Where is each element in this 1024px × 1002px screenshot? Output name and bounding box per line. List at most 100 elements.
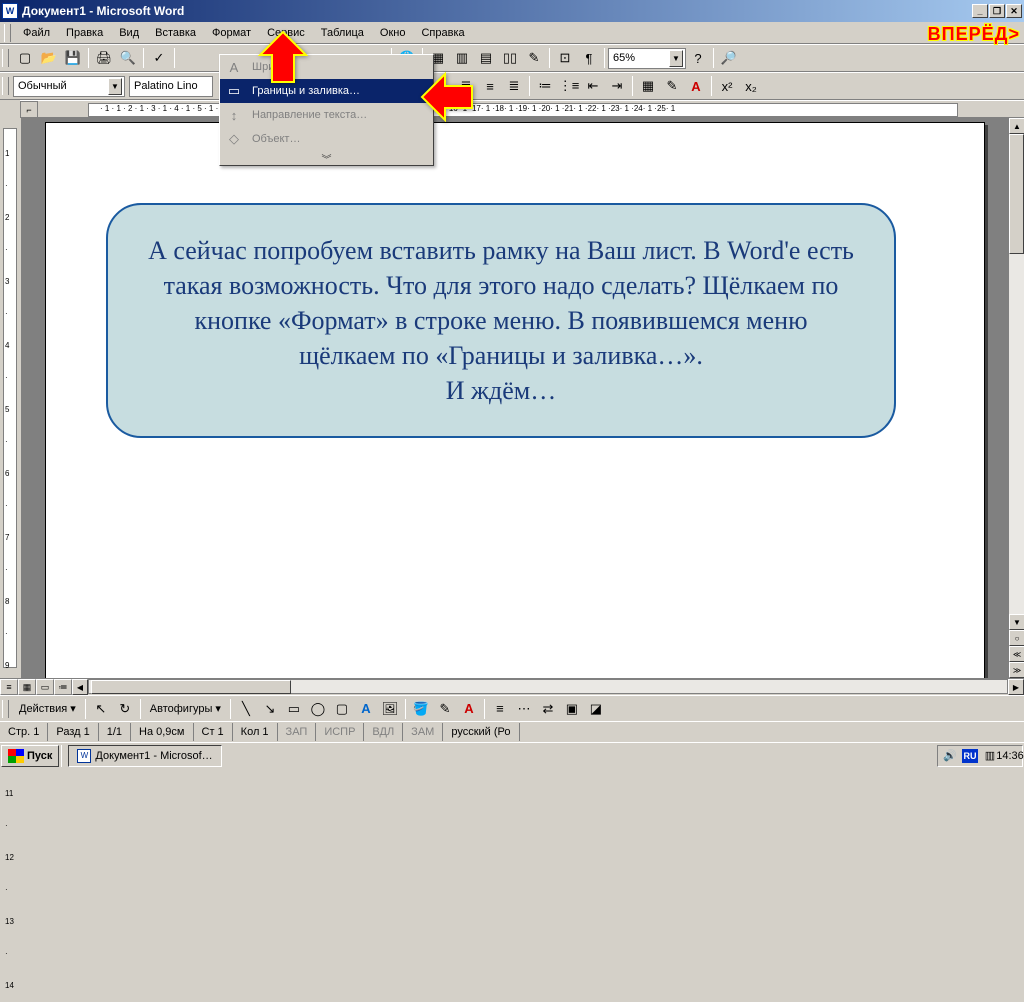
task-word-document[interactable]: W Документ1 - Microsof… xyxy=(68,745,221,767)
font-field[interactable]: Palatino Lino xyxy=(129,76,213,97)
align-justify-icon[interactable]: ≣ xyxy=(503,75,525,97)
help-icon[interactable]: ? xyxy=(687,47,709,69)
3d-icon[interactable]: ◪ xyxy=(585,698,607,720)
superscript-icon[interactable]: x² xyxy=(716,75,738,97)
browse-select-icon[interactable]: ○ xyxy=(1009,630,1024,646)
menu-edit[interactable]: Правка xyxy=(58,25,111,41)
highlight-icon[interactable]: ✎ xyxy=(661,75,683,97)
menu-table[interactable]: Таблица xyxy=(313,25,372,41)
font-color-draw-icon[interactable]: A xyxy=(458,698,480,720)
bullet-list-icon[interactable]: ⋮≡ xyxy=(558,75,580,97)
zoom-field[interactable]: 65% ▼ xyxy=(608,48,686,69)
menu-item-font[interactable]: A Шри xyxy=(220,55,433,79)
columns-icon[interactable]: ▯▯ xyxy=(499,47,521,69)
prev-page-icon[interactable]: ≪ xyxy=(1009,646,1024,662)
textbox-icon[interactable]: ▢ xyxy=(331,698,353,720)
clock[interactable]: 14:36 xyxy=(1002,748,1018,764)
save-icon[interactable]: 💾 xyxy=(62,47,84,69)
menu-view[interactable]: Вид xyxy=(111,25,147,41)
scroll-left-icon[interactable]: ◀ xyxy=(72,679,88,695)
forward-overlay-button[interactable]: ВПЕРЁД> xyxy=(928,24,1020,45)
shadow-icon[interactable]: ▣ xyxy=(561,698,583,720)
toolbar-grip[interactable] xyxy=(2,77,9,95)
excel-icon[interactable]: ▤ xyxy=(475,47,497,69)
vertical-ruler[interactable]: 1·2·3·4·5·6·7·8·9·10·11·12·13·14 xyxy=(0,118,22,678)
line-icon[interactable]: ╲ xyxy=(235,698,257,720)
status-trk[interactable]: ИСПР xyxy=(316,723,364,741)
standard-toolbar: ▢ 📂 💾 🖨 🔍 ✓ 🌐 ▦ ▥ ▤ ▯▯ ✎ ⊡ ¶ 65% ▼ ? 🔎 xyxy=(0,44,1024,72)
vertical-scrollbar[interactable]: ▲ ▼ ○ ≪ ≫ xyxy=(1008,118,1024,678)
scroll-up-icon[interactable]: ▲ xyxy=(1009,118,1024,134)
chevron-down-icon[interactable]: ▼ xyxy=(108,78,122,95)
show-marks-icon[interactable]: ¶ xyxy=(578,47,600,69)
spellcheck-icon[interactable]: ✓ xyxy=(148,47,170,69)
toolbar-grip[interactable] xyxy=(2,49,9,67)
status-lang[interactable]: русский (Ро xyxy=(443,723,519,741)
menu-insert[interactable]: Вставка xyxy=(147,25,204,41)
print-view-icon[interactable]: ▭ xyxy=(36,679,54,695)
fill-color-icon[interactable]: 🪣 xyxy=(410,698,432,720)
menu-item-text-direction[interactable]: ↕ Направление текста… xyxy=(220,103,433,127)
wordart-icon[interactable]: A xyxy=(355,698,377,720)
tab-selector-icon[interactable]: ⌐ xyxy=(20,101,38,118)
autoshapes-button[interactable]: Автофигуры ▾ xyxy=(144,702,227,715)
menu-item-object[interactable]: ◇ Объект… xyxy=(220,127,433,151)
start-button[interactable]: Пуск xyxy=(1,745,59,767)
drawing-icon[interactable]: ✎ xyxy=(523,47,545,69)
align-right-icon[interactable]: ≡ xyxy=(479,75,501,97)
print-preview-icon[interactable]: 🔍 xyxy=(117,47,139,69)
hscroll-thumb[interactable] xyxy=(91,680,291,694)
expand-menu-icon[interactable]: ︾ xyxy=(220,151,433,165)
clipart-icon[interactable]: 🖼 xyxy=(379,698,401,720)
outline-view-icon[interactable]: ≔ xyxy=(54,679,72,695)
subscript-icon[interactable]: x₂ xyxy=(740,75,762,97)
arrow-icon[interactable]: ↘ xyxy=(259,698,281,720)
web-view-icon[interactable]: ▦ xyxy=(18,679,36,695)
rotate-icon[interactable]: ↻ xyxy=(114,698,136,720)
chevron-down-icon[interactable]: ▼ xyxy=(669,50,683,67)
next-page-icon[interactable]: ≫ xyxy=(1009,662,1024,678)
find-icon[interactable]: 🔎 xyxy=(718,47,740,69)
restore-button[interactable]: ❐ xyxy=(989,4,1005,18)
oval-icon[interactable]: ◯ xyxy=(307,698,329,720)
status-ext[interactable]: ВДЛ xyxy=(364,723,403,741)
doc-map-icon[interactable]: ⊡ xyxy=(554,47,576,69)
print-icon[interactable]: 🖨 xyxy=(93,47,115,69)
minimize-button[interactable]: _ xyxy=(972,4,988,18)
open-icon[interactable]: 📂 xyxy=(38,47,60,69)
line-color-icon[interactable]: ✎ xyxy=(434,698,456,720)
draw-actions-button[interactable]: Действия ▾ xyxy=(13,702,82,715)
outdent-icon[interactable]: ⇤ xyxy=(582,75,604,97)
arrow-style-icon[interactable]: ⇄ xyxy=(537,698,559,720)
toolbar-grip[interactable] xyxy=(2,700,9,718)
scroll-down-icon[interactable]: ▼ xyxy=(1009,614,1024,630)
line-style-icon[interactable]: ≡ xyxy=(489,698,511,720)
normal-view-icon[interactable]: ≡ xyxy=(0,679,18,695)
document-page[interactable]: А сейчас попробуем вставить рамку на Ваш… xyxy=(45,122,985,678)
language-indicator[interactable]: RU xyxy=(962,749,978,763)
close-button[interactable]: ✕ xyxy=(1006,4,1022,18)
status-ovr[interactable]: ЗАМ xyxy=(403,723,443,741)
status-rec[interactable]: ЗАП xyxy=(278,723,317,741)
select-objects-icon[interactable]: ↖ xyxy=(90,698,112,720)
insert-table-icon[interactable]: ▥ xyxy=(451,47,473,69)
font-color-icon[interactable]: A xyxy=(685,75,707,97)
new-doc-icon[interactable]: ▢ xyxy=(14,47,36,69)
borders-icon[interactable]: ▦ xyxy=(637,75,659,97)
menu-window[interactable]: Окно xyxy=(372,25,414,41)
menu-file[interactable]: Файл xyxy=(15,25,58,41)
rectangle-icon[interactable]: ▭ xyxy=(283,698,305,720)
style-field[interactable]: Обычный ▼ xyxy=(13,76,125,97)
menu-item-borders-shading[interactable]: ▭ Границы и заливка… xyxy=(220,79,433,103)
horizontal-ruler[interactable]: ⌐ · 1 · 1 · 2 · 1 · 3 · 1 · 4 · 1 · 5 · … xyxy=(20,100,1024,118)
toolbar-grip[interactable] xyxy=(4,24,11,42)
indent-icon[interactable]: ⇥ xyxy=(606,75,628,97)
dash-style-icon[interactable]: ⋯ xyxy=(513,698,535,720)
scroll-thumb[interactable] xyxy=(1009,134,1024,254)
volume-icon[interactable]: 🔊 xyxy=(942,748,958,764)
menu-format[interactable]: Формат xyxy=(204,25,259,41)
menu-help[interactable]: Справка xyxy=(413,25,472,41)
horizontal-scrollbar[interactable] xyxy=(88,679,1008,694)
numbered-list-icon[interactable]: ≔ xyxy=(534,75,556,97)
scroll-right-icon[interactable]: ▶ xyxy=(1008,679,1024,695)
